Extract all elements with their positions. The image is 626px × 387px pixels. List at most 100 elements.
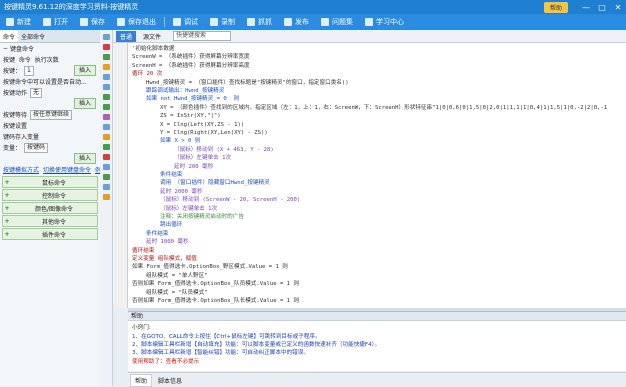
code-line[interactable]: 调用 （窗口插件）隐藏窗口Hwnd_按键精灵 xyxy=(160,179,270,187)
insert-action-button[interactable]: 插入 xyxy=(73,98,96,109)
code-line[interactable]: ScreenW = （系统插件）获得屏幕分辨率宽度 xyxy=(132,53,250,61)
tab-all-commands[interactable]: 全部命令 xyxy=(18,30,48,42)
code-line[interactable]: （鼠标）移动到 (X + 463, Y - 28) xyxy=(174,146,274,154)
code-line[interactable]: 循环结束 xyxy=(132,247,154,255)
code-line[interactable]: 跳出循环 xyxy=(160,221,182,229)
code-line[interactable]: 定义变量 组队模式，赋值 xyxy=(132,255,197,263)
links-row: 按键模拟方式 切换使用键盘命令 例子 xyxy=(0,164,100,175)
code-line[interactable]: ZS = InStr(XY,"|") xyxy=(160,112,221,120)
code-line[interactable]: ScreenH = （系统插件）获得屏幕分辨率高度 xyxy=(132,62,250,70)
check-icon[interactable] xyxy=(102,144,110,150)
expand-icon: + xyxy=(4,178,10,186)
delete-icon[interactable] xyxy=(102,44,110,50)
code-line[interactable]: 如果 Form_值得选卡.OptionBox_野区模式.Value = 1 则 xyxy=(132,263,288,271)
cut-icon[interactable] xyxy=(102,34,110,40)
hide-tips-link[interactable]: 使用帮助了：查看不必提示 xyxy=(132,357,199,365)
learn-center-button[interactable]: 学习中心 xyxy=(365,17,404,27)
wait-row: 按键等待 按任意键继续 xyxy=(0,109,100,120)
bookmark-icon[interactable] xyxy=(102,184,110,190)
code-line[interactable]: 跟踪调试输出：Hwnd_按键精灵 xyxy=(146,87,224,95)
record-button[interactable]: 录制 xyxy=(210,17,235,27)
code-line[interactable]: 如果 X > 0 则 xyxy=(160,137,200,145)
group-color-image[interactable]: + 颜色/图像命令 xyxy=(2,202,98,214)
find-icon[interactable] xyxy=(102,114,110,120)
save-button[interactable]: 保存 xyxy=(80,17,105,27)
code-line[interactable]: 延时 2000 毫秒 xyxy=(160,188,203,196)
code-line[interactable]: 循环 20 次 xyxy=(132,70,162,78)
variable-icon[interactable] xyxy=(102,164,110,170)
code-line[interactable]: （鼠标）移动到 (ScreenW - 20, ScreenH - 200) xyxy=(160,196,300,204)
save-exit-button[interactable]: 保存退出 xyxy=(117,17,156,27)
snippet-icon[interactable] xyxy=(102,174,110,180)
learn-icon xyxy=(365,18,373,26)
help-line: 小窍门: xyxy=(132,325,151,331)
grab-button[interactable]: 抓抓 xyxy=(247,17,272,27)
code-line[interactable]: Hwnd_按键精灵 = （窗口插件）查找标题是"按键精灵"的窗口，指定窗口类名(… xyxy=(146,79,349,87)
copy-icon[interactable] xyxy=(102,54,110,60)
publish-button[interactable]: 发布 xyxy=(284,17,309,27)
new-button[interactable]: 新建 xyxy=(6,17,31,27)
group-mouse[interactable]: + 鼠标命令 xyxy=(2,176,98,188)
key-sim-link[interactable]: 按键模拟方式 xyxy=(3,165,39,174)
tab-commands[interactable]: 命令 xyxy=(0,30,19,42)
tab-source[interactable]: 源文件 xyxy=(139,31,165,42)
code-line[interactable]: XY = （颜色插件）查找到的区域内，指定区域（左：1，上：1，右：Screen… xyxy=(160,104,607,112)
help-button[interactable]: 帮助 xyxy=(543,1,568,13)
keyboard-section-title[interactable]: − 键盘命令 xyxy=(0,43,100,54)
minimize-button[interactable]: — xyxy=(578,3,594,12)
group-control[interactable]: + 控制命令 xyxy=(2,189,98,201)
grab-icon xyxy=(247,18,255,26)
code-line[interactable]: 组队模式 = "队员模式" xyxy=(146,289,208,297)
code-line[interactable]: （鼠标）左键单击 1次 xyxy=(174,154,231,162)
wait-key-select[interactable]: 按任意键继续 xyxy=(30,109,73,120)
uncomment-icon[interactable] xyxy=(102,104,110,110)
close-button[interactable]: ✕ xyxy=(610,3,626,12)
code-editor[interactable]: '初始化脚本数据 ScreenW = （系统插件）获得屏幕分辨率宽度 ScreenH… xyxy=(128,43,626,308)
editor-tabs: 普通 源文件 快捷键搜索 xyxy=(113,30,626,43)
stop-icon[interactable] xyxy=(102,154,110,160)
code-line[interactable]: '初始化脚本数据 xyxy=(132,45,175,53)
comment-icon[interactable] xyxy=(102,94,110,100)
insert-var-button[interactable]: 插入 xyxy=(73,153,96,164)
switch-keyboard-link[interactable]: 切换使用键盘命令 xyxy=(43,165,91,174)
format-icon[interactable] xyxy=(102,134,110,140)
group-other[interactable]: + 其他命令 xyxy=(2,215,98,227)
insert-key-button[interactable]: 插入 xyxy=(73,65,96,76)
code-line[interactable]: 条件结束 xyxy=(146,230,168,238)
undo-icon[interactable] xyxy=(102,74,110,80)
debug-button[interactable]: 调试 xyxy=(173,17,198,27)
code-line[interactable]: （鼠标）左键单击 1次 xyxy=(160,205,217,213)
tab-help[interactable]: 帮助 xyxy=(130,373,153,387)
key-header-row: 按键 命令 执行次数 xyxy=(3,57,59,64)
code-line[interactable]: X = Clng(Left(XY,ZS - 1)) xyxy=(160,121,244,129)
code-line[interactable]: 组队模式 = "单人野区" xyxy=(146,272,208,280)
paste-icon[interactable] xyxy=(102,64,110,70)
code-line[interactable]: 如果 not Hwnd_按键精灵 = 0 则 xyxy=(146,95,239,103)
key-action-select[interactable]: 无 xyxy=(30,87,43,98)
code-line[interactable]: 条件结束 xyxy=(160,171,182,179)
code-line[interactable]: Y = Clng(Right(XY,Len(XY) - ZS)) xyxy=(160,129,268,137)
key-hint-row: 按键命令中可以设置是否自动... xyxy=(3,79,87,86)
maximize-button[interactable]: □ xyxy=(594,3,610,12)
command-panel: 命令 全部命令 − 键盘命令 按键 命令 执行次数 按键： 1 插入 按键命令中… xyxy=(0,30,101,386)
line-gutter xyxy=(113,43,128,308)
redo-icon[interactable] xyxy=(102,84,110,90)
command-search-input[interactable]: 快捷键搜索 xyxy=(173,31,232,41)
tab-script-info[interactable]: 脚本信息 xyxy=(154,375,186,386)
settings-icon[interactable] xyxy=(102,194,110,200)
code-line[interactable]: 注释：关闭按键精灵启动时的广告 xyxy=(160,213,244,221)
code-line[interactable]: 否则如果 Form_值得选卡.OptionBox_队员模式.Value = 1 … xyxy=(132,280,299,288)
group-plugins[interactable]: + 插件命令 xyxy=(2,228,98,240)
key-count-input[interactable]: 1 xyxy=(24,65,34,76)
replace-icon[interactable] xyxy=(102,124,110,130)
open-button[interactable]: 打开 xyxy=(43,17,68,27)
insert-var-row: 插入 xyxy=(0,153,100,164)
faq-button[interactable]: 问题集 xyxy=(321,17,353,27)
var-name-input[interactable]: 按键码 xyxy=(24,142,49,153)
tab-normal[interactable]: 普通 xyxy=(116,30,137,42)
code-line[interactable]: 延时 1000 毫秒 xyxy=(146,238,189,246)
store-var-row: 键码存入变量 xyxy=(3,134,40,141)
help-line: 2、脚本编辑工具栏新增【自动填充】功能：可以脚本变量或已定义的函数快速补齐（功能… xyxy=(132,342,381,348)
code-line[interactable]: 延时 200 毫秒 xyxy=(174,163,213,171)
code-line[interactable]: 否则如果 Form_值得选卡.OptionBox_队长模式.Value = 1 … xyxy=(132,297,299,305)
